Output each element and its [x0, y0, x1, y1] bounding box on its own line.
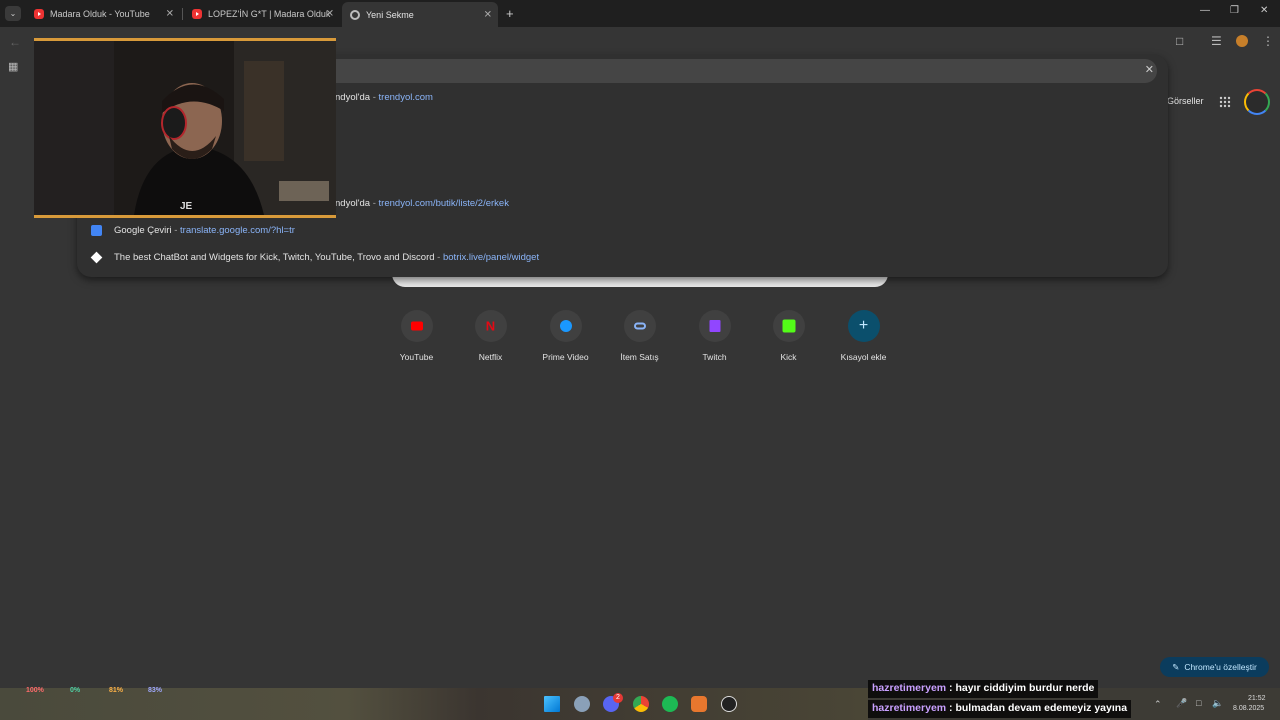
- chat-username: hazretimeryem: [872, 682, 947, 694]
- chrome-icon: [350, 9, 360, 20]
- tab-strip: ⌄ Madara Olduk - YouTube ✕ LOPEZ'İN G*T …: [0, 0, 1280, 27]
- shortcut-item-satis[interactable]: İtem Satış: [602, 310, 677, 362]
- suggestion-row[interactable]: ndyol'da - trendyol.com/butik/liste/2/er…: [335, 192, 509, 214]
- microphone-icon[interactable]: 🎤: [1176, 698, 1187, 709]
- images-link[interactable]: Görseller: [1167, 96, 1204, 106]
- close-icon[interactable]: ✕: [484, 9, 492, 20]
- plus-icon: +: [858, 317, 869, 334]
- shortcut-add[interactable]: + Kısayol ekle: [826, 310, 901, 362]
- tab-title: Yeni Sekme: [366, 9, 414, 20]
- chat-username: hazretimeryem: [872, 702, 947, 714]
- tab-youtube-2[interactable]: LOPEZ'İN G*T | Madara Olduk ✕: [184, 3, 340, 25]
- suggestion-url: translate.google.com/?hl=tr: [180, 224, 295, 236]
- shortcut-netflix[interactable]: N Netflix: [453, 310, 528, 362]
- chat-message: hazretimeryem : bulmadan devam edemeyiz …: [868, 700, 1132, 718]
- stat-network: 0%: [70, 687, 81, 694]
- shortcut-kick[interactable]: Kick: [751, 310, 826, 362]
- chat-text: : bulmadan devam edemeyiz yayına: [949, 702, 1128, 714]
- back-icon[interactable]: ←: [9, 35, 21, 49]
- close-icon[interactable]: ✕: [326, 9, 334, 20]
- suggestion-url: trendyol.com: [378, 91, 433, 103]
- suggestion-row[interactable]: The best ChatBot and Widgets for Kick, T…: [90, 246, 540, 268]
- restore-icon[interactable]: ❐: [1230, 5, 1239, 16]
- suggestion-url: botrix.live/panel/widget: [442, 251, 540, 263]
- shortcut-prime-video[interactable]: Prime Video: [528, 310, 603, 362]
- botrix-icon: [90, 251, 103, 263]
- tray-chevron-icon[interactable]: ⌃: [1154, 699, 1162, 710]
- netflix-icon: N: [485, 318, 496, 334]
- streamer-webcam-image: JE: [34, 41, 336, 215]
- close-window-icon[interactable]: ✕: [1260, 5, 1268, 16]
- clock-time[interactable]: 21:52: [1248, 695, 1266, 702]
- stat-gpu: 81%: [109, 687, 124, 694]
- display-icon[interactable]: □: [1196, 698, 1201, 708]
- suggestion-row[interactable]: ndyol'da - trendyol.com: [335, 86, 433, 108]
- windows-start-icon[interactable]: [544, 696, 560, 712]
- chat-text: : hayır ciddiyim burdur nerde: [949, 682, 1095, 694]
- new-tab-button[interactable]: +: [506, 6, 514, 21]
- chat-message: hazretimeryem : hayır ciddiyim burdur ne…: [868, 680, 1099, 698]
- prime-video-icon: [559, 320, 572, 332]
- menu-icon[interactable]: ⋮: [1262, 34, 1274, 48]
- suggestion-row[interactable]: Google Çeviri - translate.google.com/?hl…: [91, 219, 295, 241]
- apps-icon[interactable]: ▦: [8, 60, 18, 73]
- media-control-icon[interactable]: ☰: [1211, 34, 1222, 48]
- game-scene: [0, 688, 868, 720]
- close-icon[interactable]: ✕: [166, 9, 174, 20]
- minimize-icon[interactable]: —: [1200, 5, 1210, 16]
- account-avatar[interactable]: [1244, 89, 1270, 115]
- clock-date[interactable]: 8.08.2025: [1233, 705, 1264, 712]
- youtube-icon: [34, 9, 44, 19]
- tab-search-button[interactable]: ⌄: [5, 6, 21, 21]
- twitch-icon: [709, 320, 720, 332]
- spotify-icon[interactable]: [662, 696, 678, 712]
- customize-chrome-button[interactable]: ✎ Chrome'u özelleştir: [1160, 657, 1269, 677]
- shortcut-youtube[interactable]: YouTube: [379, 310, 454, 362]
- notification-badge: 2: [613, 693, 623, 703]
- tab-title: Madara Olduk - YouTube: [50, 9, 150, 19]
- kick-icon: [782, 319, 795, 333]
- clear-icon[interactable]: ✕: [1145, 63, 1154, 76]
- volume-icon[interactable]: 🔈: [1212, 698, 1223, 709]
- tab-youtube-1[interactable]: Madara Olduk - YouTube ✕: [26, 3, 180, 25]
- google-apps-icon[interactable]: [1219, 96, 1231, 108]
- stat-memory: 83%: [148, 687, 163, 694]
- youtube-icon: [410, 321, 423, 331]
- app-icon[interactable]: [574, 696, 590, 712]
- stat-cpu: 100%: [26, 687, 44, 694]
- pencil-icon: ✎: [1172, 661, 1180, 672]
- suggestion-url: trendyol.com/butik/liste/2/erkek: [378, 197, 509, 209]
- extensions-icon[interactable]: □: [1176, 34, 1183, 48]
- tab-new-tab[interactable]: Yeni Sekme ✕: [342, 2, 498, 27]
- google-translate-icon: [91, 224, 102, 236]
- shortcut-twitch[interactable]: Twitch: [677, 310, 752, 362]
- obs-icon[interactable]: [721, 696, 737, 712]
- youtube-icon: [192, 9, 202, 19]
- tab-title: LOPEZ'İN G*T | Madara Olduk: [208, 9, 331, 19]
- chrome-icon[interactable]: [633, 696, 649, 712]
- webcam-overlay: JE: [34, 38, 336, 218]
- svg-text:JE: JE: [180, 201, 193, 212]
- app-icon[interactable]: [691, 696, 707, 712]
- item-satis-icon: [633, 322, 646, 330]
- profile-avatar[interactable]: [1236, 35, 1248, 47]
